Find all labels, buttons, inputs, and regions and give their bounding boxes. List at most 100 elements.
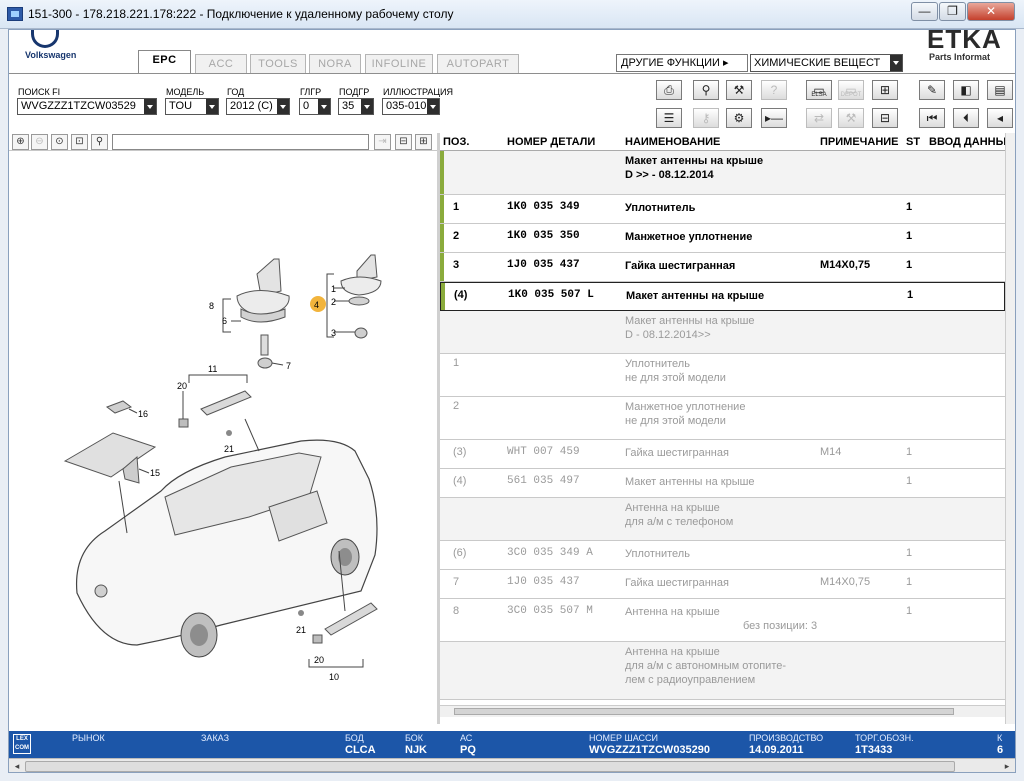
table-row[interactable]: 7 1J0 035 437 Гайка шестигранная M14X0,7… (440, 570, 1005, 599)
pin-button[interactable]: ✎ (919, 80, 945, 100)
row-note: M14X0,75 (820, 259, 871, 271)
row-name: Гайка шестигранная (625, 577, 729, 589)
col-st[interactable]: ST (906, 136, 920, 148)
table-row[interactable]: 8 3C0 035 507 M Антенна на крыше 1 без п… (440, 599, 1005, 642)
grid-scroll-thumb[interactable] (454, 708, 954, 715)
etka-app: Volkswagen ETKA Parts Informat EPC ACC T… (8, 29, 1016, 773)
close-button[interactable]: ✕ (967, 2, 1015, 21)
model-select[interactable]: TOU (165, 98, 219, 115)
search-parts-button[interactable]: ⚲ (693, 80, 719, 100)
row-name-2: D >> - 08.12.2014 (625, 169, 714, 181)
illustration-label: ИЛЛЮСТРАЦИЯ (383, 87, 454, 97)
zoom-fit-icon: ⊙ (55, 136, 64, 147)
trade-value: 1T3433 (855, 744, 893, 756)
depot-button[interactable]: ▭ DEPOT (838, 80, 864, 100)
row-st: 1 (906, 201, 913, 213)
parts-diagram[interactable]: 8 6 7 4 1 2 3 11 20 21 16 15 21 20 10 (9, 151, 437, 724)
table-row[interactable]: 2 Манжетное уплотнение не для этой модел… (440, 397, 1005, 440)
scroll-right-icon[interactable]: ▸ (1001, 761, 1013, 772)
illustration-select[interactable]: 035-010 (382, 98, 440, 115)
minimize-button[interactable]: — (911, 2, 938, 21)
zoom-fit-button[interactable]: ⊙ (51, 134, 68, 150)
chevron-down-icon (206, 99, 218, 114)
tab-nora[interactable]: NORA (309, 54, 361, 73)
parts-grid-header: ПОЗ. НОМЕР ДЕТАЛИ НАИМЕНОВАНИЕ ПРИМЕЧАНИ… (440, 133, 1014, 151)
basket-button[interactable]: ⊟ (872, 108, 898, 128)
table-row[interactable]: Антенна на крыше для а/м с телефоном (440, 498, 1005, 541)
table-row[interactable]: 3 1J0 035 437 Гайка шестигранная M14X0,7… (440, 253, 1005, 282)
vw-badge-shape (94, 584, 108, 598)
restore-button[interactable]: ❐ (939, 2, 966, 21)
window-scroll-thumb[interactable] (25, 761, 955, 772)
sub-group-select[interactable]: 35 (338, 98, 374, 115)
k-value: 6 (997, 744, 1004, 756)
col-pos[interactable]: ПОЗ. (443, 136, 469, 148)
layout-button[interactable]: ⊟ (395, 134, 412, 150)
play-button[interactable]: ▸— (761, 108, 787, 128)
tab-infoline[interactable]: INFOLINE (365, 54, 433, 73)
other-functions-button[interactable]: ДРУГИЕ ФУНКЦИИ ▸ (616, 54, 748, 72)
chassis-label: НОМЕР ШАССИ (589, 733, 659, 743)
scroll-left-icon[interactable]: ◂ (11, 761, 23, 772)
tools-button[interactable]: ⚒ (838, 108, 864, 128)
table-row[interactable]: 1 1K0 035 349 Уплотнитель 1 (440, 195, 1005, 224)
prev-small-button[interactable]: ◂ (987, 108, 1013, 128)
parts-illustration[interactable]: 8 6 7 4 1 2 3 11 20 21 16 15 21 20 10 (9, 151, 437, 724)
fi-select[interactable]: WVGZZZ1TZCW03529 (17, 98, 157, 115)
col-note[interactable]: ПРИМЕЧАНИЕ (820, 136, 899, 148)
col-input[interactable]: ВВОД ДАННЫХ (929, 136, 1014, 148)
bike-button[interactable]: ⚙ (726, 108, 752, 128)
illustration-search-input[interactable] (112, 134, 369, 150)
tab-epc[interactable]: EPC (138, 50, 191, 74)
search-icon: ⚲ (95, 136, 104, 147)
zoom-area-button[interactable]: ⊡ (71, 134, 88, 150)
main-group-select[interactable]: 0 (299, 98, 331, 115)
grid-vertical-scrollbar[interactable] (1005, 133, 1015, 724)
row-name-2: не для этой модели (625, 415, 726, 427)
transfer-button[interactable]: ⇄ (806, 108, 832, 128)
export-button[interactable]: ⇥ (374, 134, 391, 150)
tab-tools[interactable]: TOOLS (250, 54, 306, 73)
zoom-out-button[interactable]: ⊖ (31, 134, 48, 150)
find-button[interactable]: ⚲ (91, 134, 108, 150)
other-functions-select[interactable]: ХИМИЧЕСКИЕ ВЕЩЕСТ (750, 54, 903, 72)
box-16-shape (105, 400, 133, 414)
window-horizontal-scrollbar[interactable]: ◂ ▸ (9, 758, 1015, 772)
table-row[interactable]: Макет антенны на крыше D >> - 08.12.2014 (440, 151, 1005, 195)
cart-button[interactable]: ⊞ (872, 80, 898, 100)
zoom-in-button[interactable]: ⊕ (12, 134, 29, 150)
fi-value: WVGZZZ1TZCW03529 (21, 100, 136, 112)
table-row[interactable]: Антенна на крыше для а/м с автономным от… (440, 642, 1005, 700)
row-pos: (4) (454, 289, 468, 301)
prev-button[interactable]: ⏴ (953, 108, 979, 128)
row-part: 3C0 035 349 A (507, 547, 593, 559)
resize-button[interactable]: ⊞ (415, 134, 432, 150)
tab-autopart[interactable]: AUTOPART (437, 54, 519, 73)
first-button[interactable]: ⏮ (919, 108, 945, 128)
key-button[interactable]: ⚷ (693, 108, 719, 128)
table-row[interactable]: (6) 3C0 035 349 A Уплотнитель 1 (440, 541, 1005, 570)
tab-acc[interactable]: ACC (195, 54, 247, 73)
chassis-value: WVGZZZ1TZCW035290 (589, 744, 711, 756)
list-button[interactable]: ☰ (656, 108, 682, 128)
grid-horizontal-scrollbar[interactable] (440, 705, 1005, 717)
table-row[interactable]: 1 Уплотнитель не для этой модели (440, 354, 1005, 397)
handshake-button[interactable]: ⚒ (726, 80, 752, 100)
table-row[interactable]: 2 1K0 035 350 Манжетное уплотнение 1 (440, 224, 1005, 253)
table-row-selected[interactable]: (4) 1K0 035 507 L Макет антенны на крыше… (440, 282, 1005, 311)
table-row[interactable]: (3) WHT 007 459 Гайка шестигранная M14 1 (440, 440, 1005, 469)
print-button[interactable]: ⎙ (656, 80, 682, 100)
elsa-button[interactable]: ▭ ELSA (806, 80, 832, 100)
main-group-value: 0 (303, 100, 310, 112)
chevron-down-icon (427, 99, 439, 114)
vehicle-status-bar: LEX COM РЫНОК ЗАКАЗ БОД CLCA БОК NJK АС P… (9, 731, 1015, 758)
help-button[interactable]: ? (761, 80, 787, 100)
table-row[interactable]: Макет антенны на крыше D - 08.12.2014>> (440, 311, 1005, 354)
col-part-number[interactable]: НОМЕР ДЕТАЛИ (507, 136, 595, 148)
page-button[interactable]: ▤ (987, 80, 1013, 100)
market-label: РЫНОК (72, 733, 105, 743)
back-page-button[interactable]: ◧ (953, 80, 979, 100)
col-name[interactable]: НАИМЕНОВАНИЕ (625, 136, 720, 148)
year-select[interactable]: 2012 (C) (226, 98, 290, 115)
table-row[interactable]: (4) 561 035 497 Макет антенны на крыше 1 (440, 469, 1005, 498)
